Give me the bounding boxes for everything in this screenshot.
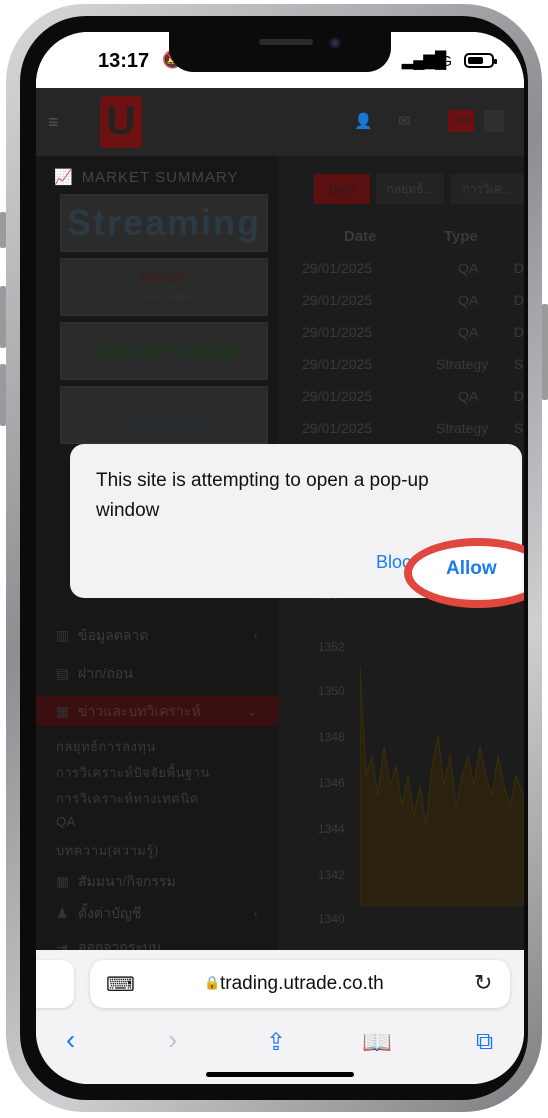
chevron-down-icon: ⌄	[246, 703, 258, 719]
screen: 13:17 🔕 ▂▄▆█ 5G ≡ U 👤 ✉ TH 📈MARKET SUMMA…	[36, 32, 524, 1084]
popup-message: This site is attempting to open a pop-up…	[96, 470, 429, 521]
speaker	[259, 39, 313, 45]
submenu-articles[interactable]: บทความ(ความรู้)	[56, 840, 159, 861]
back-icon[interactable]: ‹	[66, 1024, 75, 1056]
calendar-icon: ▦	[56, 873, 70, 889]
trademan-banner[interactable]: TRADEMAN	[60, 386, 268, 444]
market-summary-heading[interactable]: 📈 MARKET SUMMARY	[54, 168, 239, 186]
bookmarks-icon[interactable]: 📖	[362, 1028, 392, 1057]
mute-switch	[0, 212, 6, 248]
efin-stockpickup-banner[interactable]: StockPickUp	[60, 322, 268, 380]
volume-up-button	[0, 286, 6, 348]
chevron-left-icon: ‹	[253, 905, 258, 921]
lock-icon: 🔒	[204, 975, 221, 990]
submenu-qa[interactable]: QA	[56, 814, 76, 829]
axis-label: 1344	[318, 822, 345, 836]
axis-label: 1342	[318, 868, 345, 882]
utrade-banner[interactable]: Utrade Global Trade	[60, 258, 268, 316]
price-area	[360, 665, 524, 906]
allow-button[interactable]: Allow	[446, 558, 497, 580]
column-type: Type	[444, 228, 478, 245]
user-icon[interactable]: 👤	[354, 112, 373, 130]
language-badge[interactable]: TH	[448, 110, 474, 132]
chevron-left-icon: ‹	[253, 627, 258, 643]
reload-icon[interactable]: ↻	[474, 970, 492, 996]
language-option[interactable]	[484, 110, 504, 132]
url-host[interactable]: trading.utrade.co.th	[220, 973, 384, 995]
tabs-icon[interactable]: ⧉	[476, 1028, 493, 1056]
menu-seminar[interactable]: ▦ สัมมนา/กิจกรรม	[36, 868, 278, 894]
tab-daily[interactable]: Daily	[314, 174, 370, 204]
menu-news-analysis[interactable]: ▦ ข่าวและบทวิเคราะห์ ⌄	[36, 696, 278, 726]
news-icon: ▦	[56, 703, 70, 719]
status-bar: 13:17 🔕 ▂▄▆█ 5G	[36, 32, 524, 88]
notch	[169, 32, 391, 72]
streaming-banner[interactable]: Streaming	[60, 194, 268, 252]
share-icon[interactable]: ⇪	[266, 1028, 286, 1057]
hamburger-menu-icon[interactable]: ≡	[48, 112, 59, 133]
tab-strategy[interactable]: กลยุทธ์...	[376, 174, 444, 204]
submenu-technical[interactable]: การวิเคราะห์ทางเทคนิค	[56, 788, 199, 809]
document-icon: ▤	[56, 665, 70, 681]
menu-account-settings[interactable]: ♟ ตั้งค่าบัญชี ‹	[36, 900, 278, 926]
volume-down-button	[0, 364, 6, 426]
camera	[329, 37, 341, 49]
home-indicator	[206, 1072, 354, 1077]
address-bar[interactable]: ⌨ 🔒 trading.utrade.co.th ↻	[90, 960, 510, 1008]
reader-icon[interactable]: ⌨	[106, 972, 135, 997]
menu-logout[interactable]: ⇥ ออกจากระบบ	[36, 934, 278, 950]
power-button	[542, 304, 548, 400]
menu-deposit-withdraw[interactable]: ▤ ฝาก/ถอน	[36, 660, 278, 686]
column-date: Date	[344, 228, 377, 245]
status-time: 13:17	[98, 50, 150, 72]
chart-icon: ▥	[56, 627, 70, 643]
network-type: 5G	[432, 53, 453, 70]
menu-market-data[interactable]: ▥ ข้อมูลตลาด ‹	[36, 622, 278, 648]
mail-icon[interactable]: ✉	[398, 112, 411, 130]
site-logo[interactable]: U	[100, 96, 142, 148]
axis-label: 1340	[318, 912, 345, 926]
previous-tab-preview[interactable]	[36, 960, 74, 1008]
tab-analysis[interactable]: การวิเค...	[450, 174, 524, 204]
battery-icon	[464, 53, 497, 68]
logout-icon: ⇥	[56, 939, 68, 950]
axis-label: 1350	[318, 684, 345, 698]
chart-line-icon: 📈	[54, 169, 74, 186]
site-header: ≡ U 👤 ✉ TH	[36, 88, 524, 156]
axis-label: 1352	[318, 640, 345, 654]
user-icon: ♟	[56, 905, 69, 921]
forward-icon[interactable]: ›	[168, 1024, 177, 1056]
axis-label: 1346	[318, 776, 345, 790]
price-area-chart	[360, 665, 524, 906]
submenu-strategy[interactable]: กลยุทธ์การลงทุน	[56, 736, 156, 757]
address-bar-area: ⌨ 🔒 trading.utrade.co.th ↻	[36, 950, 524, 1020]
axis-label: 1348	[318, 730, 345, 744]
submenu-fundamental[interactable]: การวิเคราะห์ปัจจัยพื้นฐาน	[56, 762, 210, 783]
